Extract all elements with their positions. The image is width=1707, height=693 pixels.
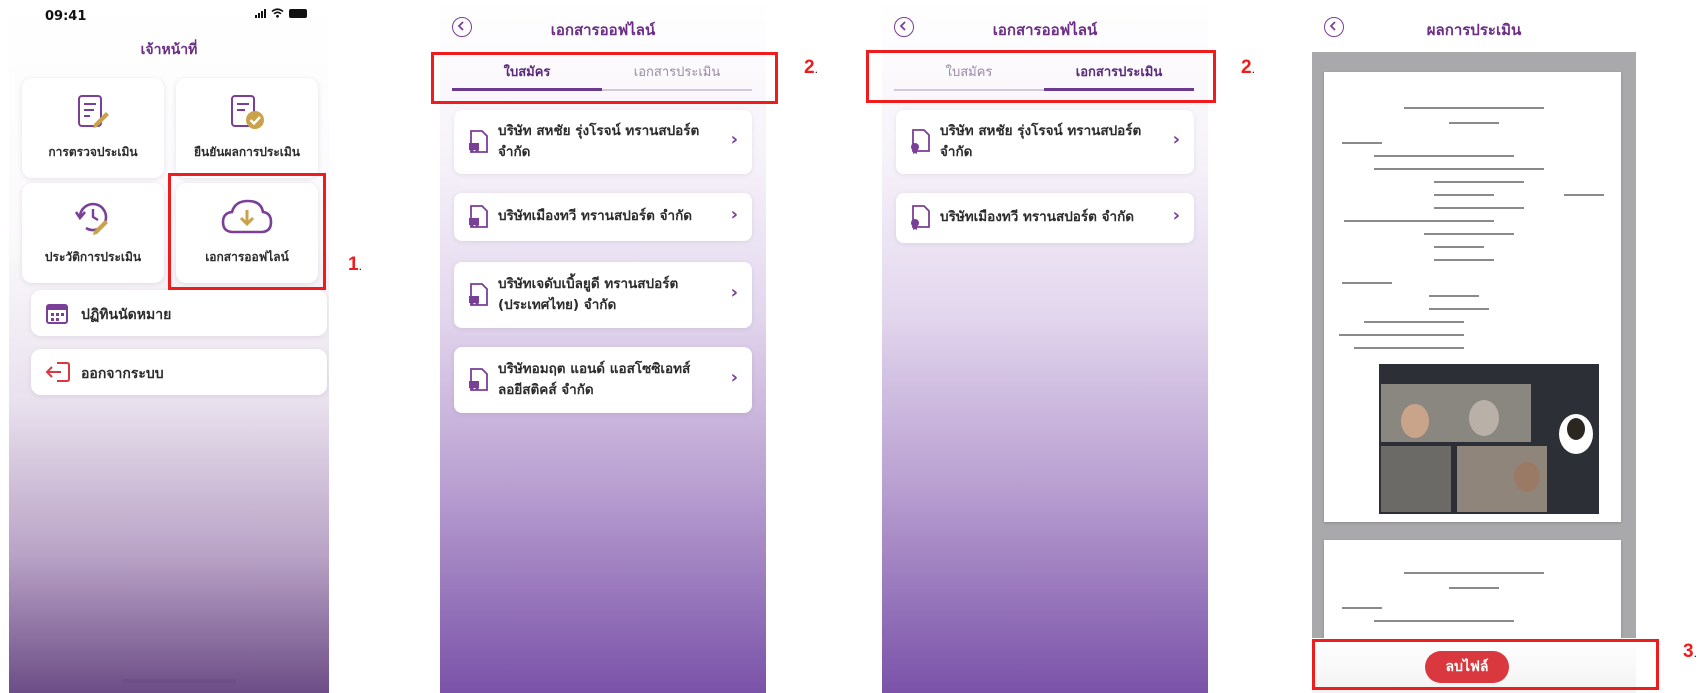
chevron-right-icon: › — [730, 129, 738, 150]
item-line2: ลอยีสติคส์ จำกัด — [498, 382, 594, 398]
item-line2: (ประเทศไทย) จำกัด — [498, 297, 617, 313]
page-title: ผลการประเมิน — [1426, 21, 1522, 39]
menu-calendar[interactable]: ปฏิทินนัดหมาย — [31, 290, 327, 336]
highlight-box-1 — [168, 173, 326, 290]
step-dot: . — [1251, 62, 1255, 76]
menu-label: ปฏิทินนัดหมาย — [81, 307, 172, 323]
page-title: เอกสารออฟไลน์ — [992, 21, 1098, 39]
signal-icon — [255, 8, 266, 18]
list-item[interactable]: บริษัทเมืองทวี ทรานสปอร์ต จำกัด › — [896, 193, 1194, 243]
page-title: เจ้าหน้าที่ — [140, 42, 198, 58]
list-item[interactable]: บริษัทอมฤต แอนด์ แอสโซซิเอทส์ลอยีสติคส์ … — [454, 347, 752, 413]
document-page-1 — [1324, 72, 1621, 522]
logout-icon — [45, 360, 71, 388]
step-number: 2 — [1241, 57, 1252, 78]
highlight-box-3 — [1312, 639, 1659, 690]
document-truck-icon — [468, 205, 490, 233]
document-badge-icon — [910, 205, 932, 235]
list-item[interactable]: บริษัทเจดับเบิ้ลยูดี ทรานสปอร์ต (ประเทศไท… — [454, 262, 752, 328]
history-edit-icon — [74, 199, 112, 241]
phone-assessment-result: ผลการประเมิน ลบไฟล์ — [1312, 0, 1636, 693]
list-item[interactable]: บริษัทเมืองทวี ทรานสปอร์ต จำกัด › — [454, 193, 752, 241]
item-line2: จำกัด — [940, 144, 973, 160]
item-line1: บริษัท สหชัย รุ่งโรจน์ ทรานสปอร์ต — [940, 123, 1142, 139]
header: เอกสารออฟไลน์ — [882, 0, 1208, 50]
wifi-icon — [271, 8, 284, 18]
item-line1: บริษัทเจดับเบิ้ลยูดี ทรานสปอร์ต — [498, 276, 679, 292]
header: ผลการประเมิน — [1312, 0, 1636, 50]
chevron-right-icon: › — [730, 204, 738, 225]
highlight-box-2b — [866, 50, 1216, 103]
page-title: เอกสารออฟไลน์ — [550, 21, 656, 39]
list-item[interactable]: บริษัท สหชัย รุ่งโรจน์ ทรานสปอร์ตจำกัด › — [454, 110, 752, 174]
phone-offline-docs-assessment: เอกสารออฟไลน์ ใบสมัคร เอกสารประเมิน บริษ… — [882, 0, 1208, 693]
document-truck-icon — [468, 283, 490, 311]
highlight-box-2a — [431, 52, 778, 104]
chevron-right-icon: › — [730, 367, 738, 388]
video-call-photo — [1379, 364, 1599, 514]
chevron-right-icon: › — [730, 282, 738, 303]
step-dot: . — [814, 62, 818, 76]
chevron-right-icon: › — [1172, 129, 1180, 150]
tile-label: ประวัติการประเมิน — [44, 250, 142, 264]
document-truck-icon — [468, 130, 490, 158]
step-number-3: 3. — [1683, 641, 1697, 663]
status-time: 09:41 — [45, 9, 87, 24]
step-number: 2 — [804, 57, 815, 78]
document-truck-icon — [468, 368, 490, 396]
tile-confirm-result[interactable]: ยืนยันผลการประเมิน — [176, 78, 318, 178]
document-check-icon — [229, 94, 265, 134]
item-line1: บริษัท สหชัย รุ่งโรจน์ ทรานสปอร์ต — [498, 123, 700, 139]
document-badge-icon — [910, 129, 932, 159]
item-line1: บริษัทอมฤต แอนด์ แอสโซซิเอทส์ — [498, 361, 691, 377]
step-number-2b: 2. — [1241, 57, 1255, 79]
tile-label: การตรวจประเมิน — [48, 145, 138, 159]
item-line1: บริษัทเมืองทวี ทรานสปอร์ต จำกัด — [940, 209, 1135, 225]
battery-icon — [289, 8, 307, 18]
document-viewer[interactable] — [1312, 52, 1636, 693]
step-number: 3 — [1683, 641, 1694, 662]
header: เอกสารออฟไลน์ — [440, 0, 766, 50]
status-icons — [255, 8, 307, 18]
step-number-1: 1. — [348, 254, 362, 276]
checklist-edit-icon — [76, 94, 110, 134]
step-dot: . — [1693, 646, 1697, 660]
chevron-right-icon: › — [1172, 205, 1180, 226]
calendar-icon — [45, 301, 69, 329]
step-dot: . — [358, 259, 362, 273]
item-line2: จำกัด — [498, 144, 531, 160]
list-item[interactable]: บริษัท สหชัย รุ่งโรจน์ ทรานสปอร์ตจำกัด › — [896, 110, 1194, 174]
step-number-2a: 2. — [804, 57, 818, 79]
phone-home-screen: 09:41 เจ้าหน้าที่ การตรวจประเมิน ยืนยันผ… — [9, 0, 329, 693]
step-number: 1 — [348, 254, 359, 275]
menu-logout[interactable]: ออกจากระบบ — [31, 349, 327, 395]
tile-inspection[interactable]: การตรวจประเมิน — [22, 78, 164, 178]
menu-label: ออกจากระบบ — [81, 366, 164, 382]
tile-label: ยืนยันผลการประเมิน — [193, 145, 301, 159]
status-bar: 09:41 — [9, 0, 329, 28]
tile-history[interactable]: ประวัติการประเมิน — [22, 183, 164, 283]
home-indicator — [122, 679, 236, 683]
item-line1: บริษัทเมืองทวี ทรานสปอร์ต จำกัด — [498, 208, 693, 224]
